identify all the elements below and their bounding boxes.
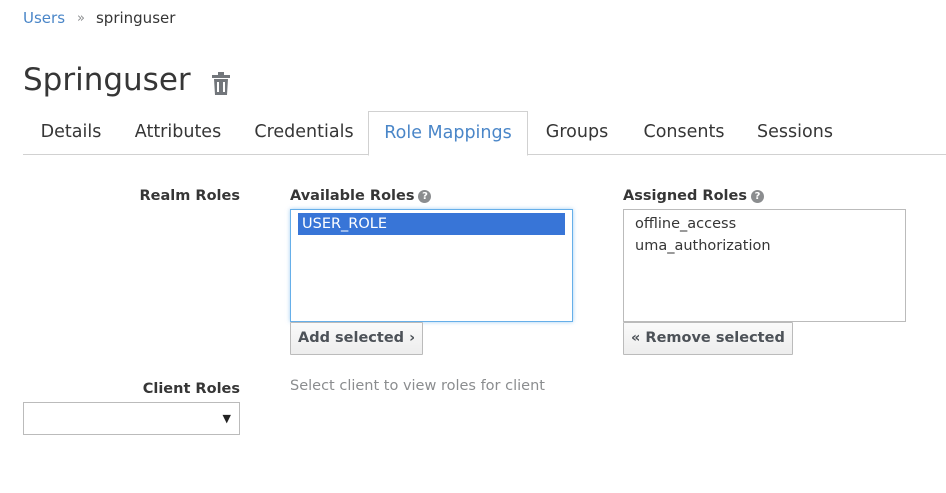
available-roles-heading-text: Available Roles — [290, 188, 415, 204]
page-title: Springuser — [23, 62, 191, 98]
available-roles-list[interactable]: USER_ROLE — [290, 209, 573, 322]
breadcrumb-current: springuser — [95, 9, 176, 27]
page-title-row: Springuser — [23, 62, 231, 98]
breadcrumb: Users » springuser — [23, 9, 175, 27]
tab-role-mappings[interactable]: Role Mappings — [368, 111, 528, 156]
tab-sessions[interactable]: Sessions — [745, 111, 845, 155]
trash-icon[interactable] — [211, 68, 231, 95]
assigned-roles-heading-text: Assigned Roles — [623, 188, 747, 204]
tab-groups[interactable]: Groups — [530, 111, 624, 155]
tab-credentials[interactable]: Credentials — [240, 111, 368, 155]
help-icon[interactable]: ? — [418, 189, 432, 203]
caret-down-icon: ▼ — [222, 412, 231, 425]
tab-consents[interactable]: Consents — [631, 111, 737, 155]
available-roles-heading: Available Roles ? — [290, 188, 432, 204]
realm-roles-label: Realm Roles — [139, 188, 240, 204]
tab-bar: Details Attributes Credentials Role Mapp… — [23, 111, 946, 156]
breadcrumb-separator-icon: » — [77, 10, 85, 26]
available-role-option[interactable]: USER_ROLE — [298, 213, 565, 235]
client-roles-hint: Select client to view roles for client — [290, 378, 545, 394]
assigned-roles-list[interactable]: offline_access uma_authorization — [623, 209, 906, 322]
client-roles-label: Client Roles — [142, 381, 240, 397]
help-icon[interactable]: ? — [750, 189, 764, 203]
client-select-dropdown[interactable]: ▼ — [23, 402, 240, 435]
tab-details[interactable]: Details — [23, 111, 119, 155]
add-selected-button[interactable]: Add selected › — [290, 322, 424, 355]
tab-attributes[interactable]: Attributes — [120, 111, 236, 155]
assigned-roles-heading: Assigned Roles ? — [623, 188, 764, 204]
assigned-role-option[interactable]: offline_access — [631, 213, 898, 235]
remove-selected-button[interactable]: « Remove selected — [623, 322, 793, 355]
breadcrumb-users-link[interactable]: Users — [23, 9, 65, 27]
assigned-role-option[interactable]: uma_authorization — [631, 235, 898, 257]
